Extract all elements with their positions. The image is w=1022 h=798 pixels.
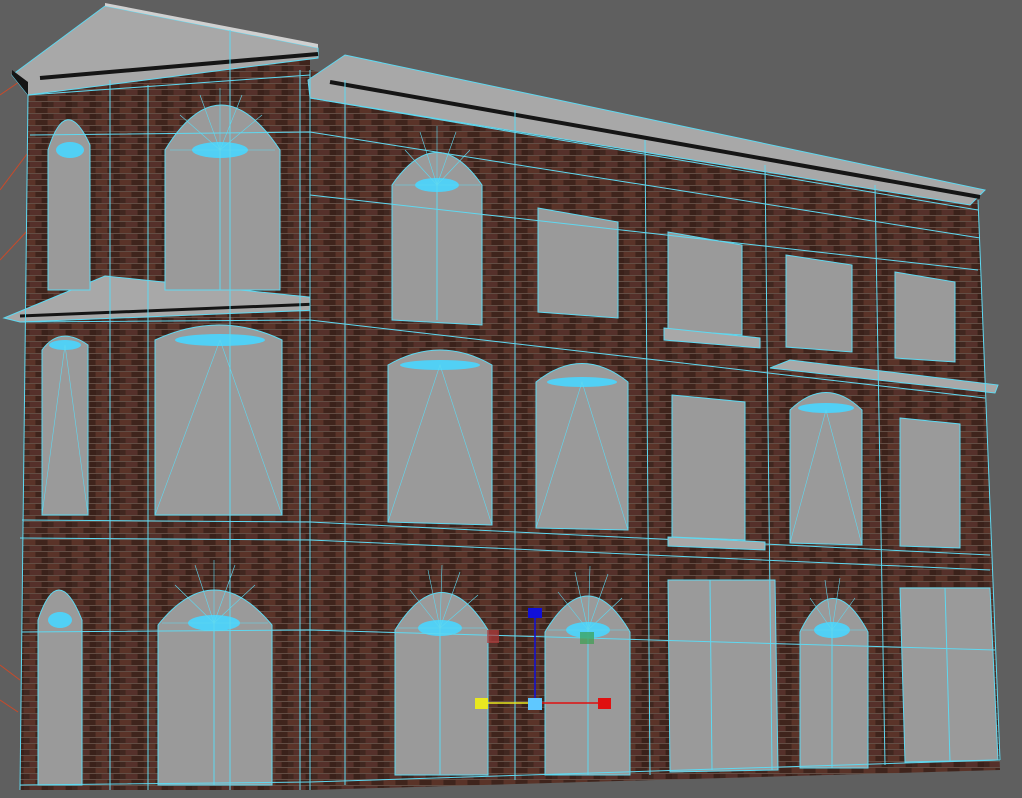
window-arch-main-mid-4 <box>789 392 863 546</box>
window-main-mid-3 <box>671 394 746 541</box>
window-arch-main-mid-2 <box>535 363 629 531</box>
door-main-3 <box>667 579 779 773</box>
window-main-top-2 <box>537 207 619 319</box>
gizmo-x-handle[interactable] <box>598 698 611 709</box>
window-arch-main-mid-1 <box>387 349 493 526</box>
gizmo-y-handle[interactable] <box>475 698 488 709</box>
gizmo-plane-xz-handle[interactable] <box>487 630 499 643</box>
gizmo-plane-yz-handle[interactable] <box>580 632 594 644</box>
door-arch-main-1 <box>394 592 489 776</box>
window-main-top-3 <box>667 231 743 336</box>
3d-viewport[interactable] <box>0 0 1022 798</box>
window-main-top-4 <box>785 254 853 353</box>
window-left-tower-mid-2 <box>154 324 283 516</box>
gizmo-z-handle[interactable] <box>528 608 542 618</box>
window-left-tower-mid-1 <box>41 335 89 516</box>
window-main-mid-5 <box>899 417 961 549</box>
scene-canvas[interactable] <box>0 0 1022 798</box>
gizmo-center-handle[interactable] <box>528 698 542 710</box>
window-main-top-5 <box>894 271 956 363</box>
